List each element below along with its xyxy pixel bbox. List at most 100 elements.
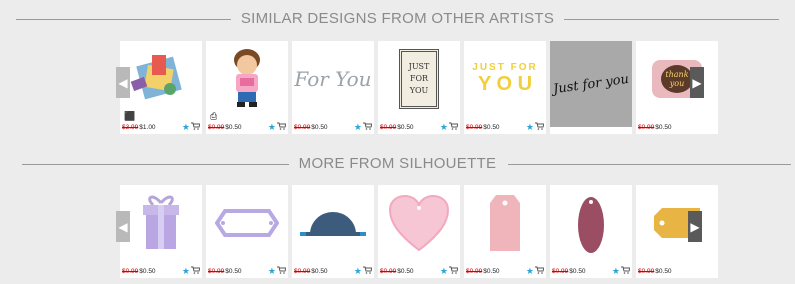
thumbnail-text: JUST bbox=[408, 62, 430, 71]
product-thumbnail[interactable] bbox=[550, 185, 632, 261]
print-and-cut-icon: ⎙ bbox=[210, 111, 218, 121]
sale-price: $0.50 bbox=[225, 124, 242, 131]
add-to-cart-icon[interactable] bbox=[449, 266, 459, 276]
carousel-prev-button[interactable]: ◀ bbox=[116, 67, 130, 98]
carousel-next-button[interactable]: ▶ bbox=[690, 67, 704, 98]
product-thumbnail[interactable] bbox=[120, 185, 202, 261]
product-card[interactable]: $0.99$0.50 ★ bbox=[120, 185, 202, 278]
product-card[interactable]: thank you $0.99$0.50 bbox=[636, 41, 718, 134]
carousel-next-button[interactable]: ▶ bbox=[688, 211, 702, 242]
favorite-star-icon[interactable]: ★ bbox=[440, 267, 448, 276]
thumbnail-text: you bbox=[669, 79, 685, 88]
favorite-star-icon[interactable]: ★ bbox=[268, 123, 276, 132]
original-price: $0.99 bbox=[466, 124, 483, 131]
product-thumbnail[interactable] bbox=[464, 185, 546, 261]
original-price: $0.99 bbox=[294, 268, 311, 275]
thumbnail-text: Y O U bbox=[477, 73, 533, 95]
product-thumbnail[interactable] bbox=[206, 41, 288, 117]
add-to-cart-icon[interactable] bbox=[277, 266, 287, 276]
original-price: $0.99 bbox=[466, 268, 483, 275]
original-price: $0.99 bbox=[380, 268, 397, 275]
original-price: $0.99 bbox=[122, 268, 139, 275]
product-thumbnail[interactable] bbox=[292, 185, 374, 261]
price: $0.99$0.50 bbox=[466, 124, 500, 131]
more-from-silhouette-carousel: $0.99$0.50 ★ $0.99$0.50 ★ $0.99$0.50 ★ $… bbox=[120, 185, 718, 278]
product-thumbnail[interactable]: For You bbox=[292, 41, 374, 117]
product-card[interactable]: $0.99$0.50 bbox=[636, 185, 718, 278]
section-title-text: SIMILAR DESIGNS FROM OTHER ARTISTS bbox=[230, 10, 565, 27]
add-to-cart-icon[interactable] bbox=[449, 122, 459, 132]
price: $0.99$0.50 bbox=[294, 268, 328, 275]
product-card[interactable]: JUST FOR YOU $0.99$0.50 ★ bbox=[378, 41, 460, 134]
favorite-star-icon[interactable]: ★ bbox=[440, 123, 448, 132]
original-price: $0.99 bbox=[638, 268, 655, 275]
section-similar-title: SIMILAR DESIGNS FROM OTHER ARTISTS bbox=[0, 9, 795, 29]
price: $0.99$0.50 bbox=[208, 124, 242, 131]
add-to-cart-icon[interactable] bbox=[363, 122, 373, 132]
chevron-right-icon: ▶ bbox=[690, 219, 700, 234]
favorite-star-icon[interactable]: ★ bbox=[182, 267, 190, 276]
product-card[interactable]: $0.99$0.50 ★ bbox=[464, 185, 546, 278]
sale-price: $0.50 bbox=[397, 268, 414, 275]
sale-price: $0.50 bbox=[655, 124, 672, 131]
original-price: $0.99 bbox=[294, 124, 311, 131]
sale-price: $0.50 bbox=[569, 268, 586, 275]
sale-price: $0.50 bbox=[483, 124, 500, 131]
product-thumbnail[interactable]: JUST FOR YOU bbox=[378, 41, 460, 117]
carousel-prev-button[interactable]: ◀ bbox=[116, 211, 130, 242]
thumbnail-text: FOR bbox=[409, 74, 429, 83]
product-card[interactable]: $0.99$0.50 ★ bbox=[378, 185, 460, 278]
product-thumbnail[interactable]: thank you bbox=[636, 41, 718, 117]
product-thumbnail[interactable] bbox=[636, 185, 718, 261]
price: $0.99$0.50 bbox=[122, 268, 156, 275]
sale-price: $0.50 bbox=[311, 268, 328, 275]
chevron-right-icon: ▶ bbox=[692, 75, 702, 90]
product-thumbnail[interactable] bbox=[378, 185, 460, 261]
product-thumbnail[interactable] bbox=[206, 185, 288, 261]
similar-designs-carousel: ⬛ $3.99$1.00 ★ ⎙ $0.99$0.50 ★ For You $0… bbox=[120, 41, 718, 134]
original-price: $0.99 bbox=[208, 124, 225, 131]
add-to-cart-icon[interactable] bbox=[621, 266, 631, 276]
add-to-cart-icon[interactable] bbox=[535, 122, 545, 132]
add-to-cart-icon[interactable] bbox=[191, 122, 201, 132]
add-to-cart-icon[interactable] bbox=[363, 266, 373, 276]
original-price: $0.99 bbox=[552, 268, 569, 275]
price: $0.99$0.50 bbox=[380, 124, 414, 131]
product-card[interactable]: ⬛ $3.99$1.00 ★ bbox=[120, 41, 202, 134]
add-to-cart-icon[interactable] bbox=[277, 122, 287, 132]
product-card[interactable]: $0.99$0.50 ★ bbox=[206, 185, 288, 278]
price: $0.99$0.50 bbox=[466, 268, 500, 275]
favorite-star-icon[interactable]: ★ bbox=[268, 267, 276, 276]
favorite-star-icon[interactable]: ★ bbox=[182, 123, 190, 132]
product-card[interactable]: For You $0.99$0.50 ★ bbox=[292, 41, 374, 134]
thumbnail-text: thank bbox=[665, 70, 689, 79]
product-card[interactable]: JUST FOR Y O U $0.99$0.50 ★ bbox=[464, 41, 546, 134]
add-to-cart-icon[interactable] bbox=[191, 266, 201, 276]
product-card[interactable]: ⎙ $0.99$0.50 ★ bbox=[206, 41, 288, 134]
product-card[interactable]: $0.99$0.50 ★ bbox=[292, 185, 374, 278]
original-price: $0.99 bbox=[638, 124, 655, 131]
sale-price: $0.50 bbox=[397, 124, 414, 131]
price: $0.99$0.50 bbox=[208, 268, 242, 275]
product-thumbnail[interactable]: JUST FOR Y O U bbox=[464, 41, 546, 117]
price: $0.99$0.50 bbox=[638, 124, 672, 131]
thumbnail-text: For You bbox=[294, 67, 372, 91]
original-price: $3.99 bbox=[122, 124, 139, 131]
sale-price: $0.50 bbox=[139, 268, 156, 275]
product-thumbnail[interactable]: Just for you bbox=[550, 41, 632, 127]
thumbnail-text: YOU bbox=[409, 86, 429, 95]
price: $0.99$0.50 bbox=[294, 124, 328, 131]
product-card[interactable]: Just for you bbox=[550, 41, 632, 134]
add-to-cart-icon[interactable] bbox=[535, 266, 545, 276]
price: $0.99$0.50 bbox=[552, 268, 586, 275]
chevron-left-icon: ◀ bbox=[118, 219, 128, 234]
favorite-star-icon[interactable]: ★ bbox=[526, 267, 534, 276]
favorite-star-icon[interactable]: ★ bbox=[612, 267, 620, 276]
favorite-star-icon[interactable]: ★ bbox=[354, 267, 362, 276]
product-thumbnail[interactable] bbox=[120, 41, 202, 117]
product-card[interactable]: $0.99$0.50 ★ bbox=[550, 185, 632, 278]
favorite-star-icon[interactable]: ★ bbox=[354, 123, 362, 132]
sale-price: $0.50 bbox=[311, 124, 328, 131]
original-price: $0.99 bbox=[208, 268, 225, 275]
favorite-star-icon[interactable]: ★ bbox=[526, 123, 534, 132]
